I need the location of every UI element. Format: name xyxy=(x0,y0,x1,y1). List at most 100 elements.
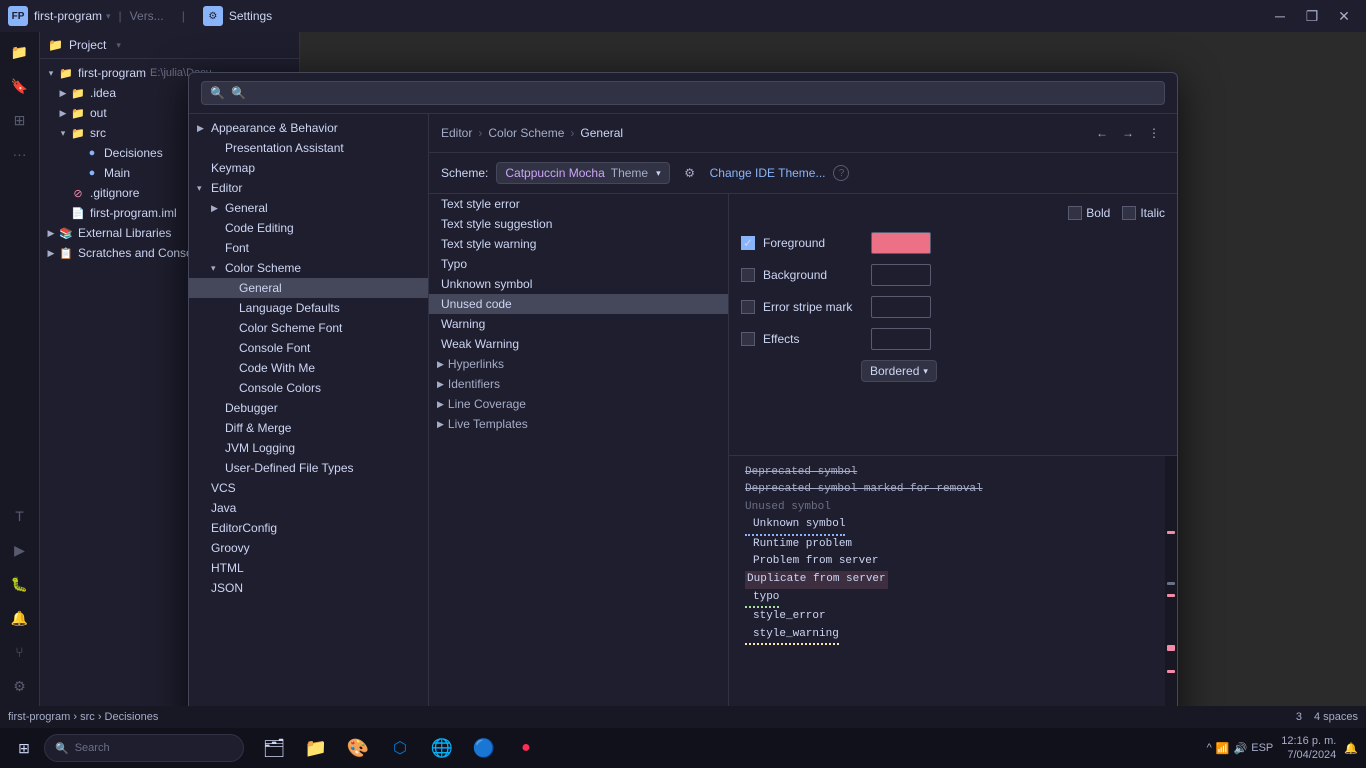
clg-identifiers[interactable]: ▶ Identifiers xyxy=(429,374,728,394)
clg-arrow-hyperlinks: ▶ xyxy=(437,359,444,370)
minimize-button[interactable]: ─ xyxy=(1266,2,1294,30)
st-item-console-font[interactable]: Console Font xyxy=(189,338,428,358)
st-item-java[interactable]: Java xyxy=(189,498,428,518)
taskbar-app-files[interactable]: 🗂 xyxy=(256,730,292,766)
st-item-diff-merge[interactable]: Diff & Merge xyxy=(189,418,428,438)
taskbar-language-label: ESP xyxy=(1251,742,1273,754)
error-stripe-checkbox[interactable] xyxy=(741,300,755,314)
st-item-code-with-me[interactable]: Code With Me xyxy=(189,358,428,378)
cli-weak-warning[interactable]: Weak Warning xyxy=(429,334,728,354)
toolbar-structure-icon[interactable]: ⊞ xyxy=(4,104,36,136)
nav-forward-button[interactable]: → xyxy=(1117,122,1139,144)
toolbar-settings-icon[interactable]: ⚙ xyxy=(4,670,36,702)
change-theme-link[interactable]: Change IDE Theme... xyxy=(710,166,826,180)
clg-line-coverage[interactable]: ▶ Line Coverage xyxy=(429,394,728,414)
st-item-html[interactable]: HTML xyxy=(189,558,428,578)
foreground-color-box[interactable] xyxy=(871,232,931,254)
project-arrow[interactable]: ▾ xyxy=(116,40,121,51)
cli-unused-code[interactable]: Unused code xyxy=(429,294,728,314)
st-item-console-colors[interactable]: Console Colors xyxy=(189,378,428,398)
st-item-cs-font[interactable]: Color Scheme Font xyxy=(189,318,428,338)
toolbar-run-icon[interactable]: ▶ xyxy=(4,534,36,566)
foreground-checkbox[interactable]: ✓ xyxy=(741,236,755,250)
close-button[interactable]: ✕ xyxy=(1330,2,1358,30)
settings-search-bar[interactable]: 🔍 xyxy=(201,81,1165,105)
project-arrow-icon[interactable]: ▾ xyxy=(106,11,111,22)
st-item-font[interactable]: Font xyxy=(189,238,428,258)
st-item-vcs[interactable]: VCS xyxy=(189,478,428,498)
tree-arrow-scratches: ▶ xyxy=(44,246,58,260)
st-item-editorconfig[interactable]: EditorConfig xyxy=(189,518,428,538)
toolbar-project-icon[interactable]: 📁 xyxy=(4,36,36,68)
taskbar-chevron-icon[interactable]: ^ xyxy=(1207,742,1212,754)
foreground-row: ✓ Foreground xyxy=(741,232,1165,254)
taskbar-network-icon[interactable]: 📶 xyxy=(1216,742,1230,755)
taskbar-sound-icon[interactable]: 🔊 xyxy=(1234,742,1248,755)
breadcrumb-part2: Color Scheme xyxy=(488,126,564,140)
effects-color-box[interactable] xyxy=(871,328,931,350)
scheme-gear-button[interactable]: ⚙ xyxy=(678,161,702,185)
clg-hyperlinks[interactable]: ▶ Hyperlinks xyxy=(429,354,728,374)
settings-search-input[interactable] xyxy=(231,86,1156,100)
toolbar-bookmark-icon[interactable]: 🔖 xyxy=(4,70,36,102)
bold-checkbox[interactable] xyxy=(1068,206,1082,220)
st-item-code-editing[interactable]: Code Editing xyxy=(189,218,428,238)
st-item-presentation[interactable]: Presentation Assistant xyxy=(189,138,428,158)
title-bar-settings: ⚙ Settings xyxy=(203,6,272,26)
cli-unknown-symbol[interactable]: Unknown symbol xyxy=(429,274,728,294)
toolbar-notifications-icon[interactable]: 🔔 xyxy=(4,602,36,634)
cli-warning[interactable]: Warning xyxy=(429,314,728,334)
background-color-box[interactable] xyxy=(871,264,931,286)
taskbar-app-explorer[interactable]: 📁 xyxy=(298,730,334,766)
st-item-debugger[interactable]: Debugger xyxy=(189,398,428,418)
nav-more-button[interactable]: ⋮ xyxy=(1143,122,1165,144)
st-item-user-defined[interactable]: User-Defined File Types xyxy=(189,458,428,478)
error-stripe-color-box[interactable] xyxy=(871,296,931,318)
preview-scrollbar[interactable] xyxy=(1165,456,1177,707)
settings-breadcrumb: Editor › Color Scheme › General ← → ⋮ xyxy=(429,114,1177,153)
titlebar-divider: | xyxy=(119,9,122,23)
st-item-lang-defaults[interactable]: Language Defaults xyxy=(189,298,428,318)
st-item-general[interactable]: ▶ General xyxy=(189,198,428,218)
toolbar-debug-icon[interactable]: 🐛 xyxy=(4,568,36,600)
cli-text-style-warning[interactable]: Text style warning xyxy=(429,234,728,254)
tree-icon-src: 📁 xyxy=(70,125,86,141)
st-item-general-cs[interactable]: General xyxy=(189,278,428,298)
clg-live-templates[interactable]: ▶ Live Templates xyxy=(429,414,728,434)
st-label-editorconfig: EditorConfig xyxy=(211,521,277,535)
background-checkbox[interactable] xyxy=(741,268,755,282)
help-icon[interactable]: ? xyxy=(833,165,849,181)
st-item-color-scheme[interactable]: ▾ Color Scheme xyxy=(189,258,428,278)
start-button[interactable]: ⊞ xyxy=(8,732,40,764)
taskbar-app-chrome[interactable]: 🔵 xyxy=(466,730,502,766)
effects-type-dropdown[interactable]: Bordered ▾ xyxy=(861,360,937,382)
taskbar-time: 12:16 p. m. 7/04/2024 xyxy=(1281,734,1336,763)
taskbar-app-vscode[interactable]: ⬡ xyxy=(382,730,418,766)
cli-text-style-error[interactable]: Text style error xyxy=(429,194,728,214)
st-item-jvm-logging[interactable]: JVM Logging xyxy=(189,438,428,458)
app-icon: FP xyxy=(8,6,28,26)
st-item-json[interactable]: JSON xyxy=(189,578,428,598)
toolbar-more-icon[interactable]: ··· xyxy=(4,138,36,170)
effects-checkbox[interactable] xyxy=(741,332,755,346)
italic-checkbox[interactable] xyxy=(1122,206,1136,220)
st-item-appearance[interactable]: ▶ Appearance & Behavior xyxy=(189,118,428,138)
taskbar-app-intellij[interactable]: ● xyxy=(508,730,544,766)
st-item-groovy[interactable]: Groovy xyxy=(189,538,428,558)
maximize-button[interactable]: ❐ xyxy=(1298,2,1326,30)
nav-back-button[interactable]: ← xyxy=(1091,122,1113,144)
version-label: Vers... xyxy=(130,9,164,23)
cli-typo[interactable]: Typo xyxy=(429,254,728,274)
toolbar-git-icon[interactable]: ⑂ xyxy=(4,636,36,668)
titlebar-divider2: | xyxy=(182,9,185,23)
st-item-keymap[interactable]: Keymap xyxy=(189,158,428,178)
taskbar-notification-icon[interactable]: 🔔 xyxy=(1344,742,1358,755)
taskbar-app-browser[interactable]: 🌐 xyxy=(424,730,460,766)
preview-code: Deprecated symbol Deprecated symbol mark… xyxy=(737,464,1169,646)
taskbar-app-paint[interactable]: 🎨 xyxy=(340,730,376,766)
st-item-editor[interactable]: ▾ Editor xyxy=(189,178,428,198)
taskbar-search-bar[interactable]: 🔍 Search xyxy=(44,734,244,762)
cli-text-style-suggestion[interactable]: Text style suggestion xyxy=(429,214,728,234)
toolbar-terminal-icon[interactable]: T xyxy=(4,500,36,532)
scheme-dropdown[interactable]: Catppuccin Mocha Theme ▾ xyxy=(496,162,669,184)
